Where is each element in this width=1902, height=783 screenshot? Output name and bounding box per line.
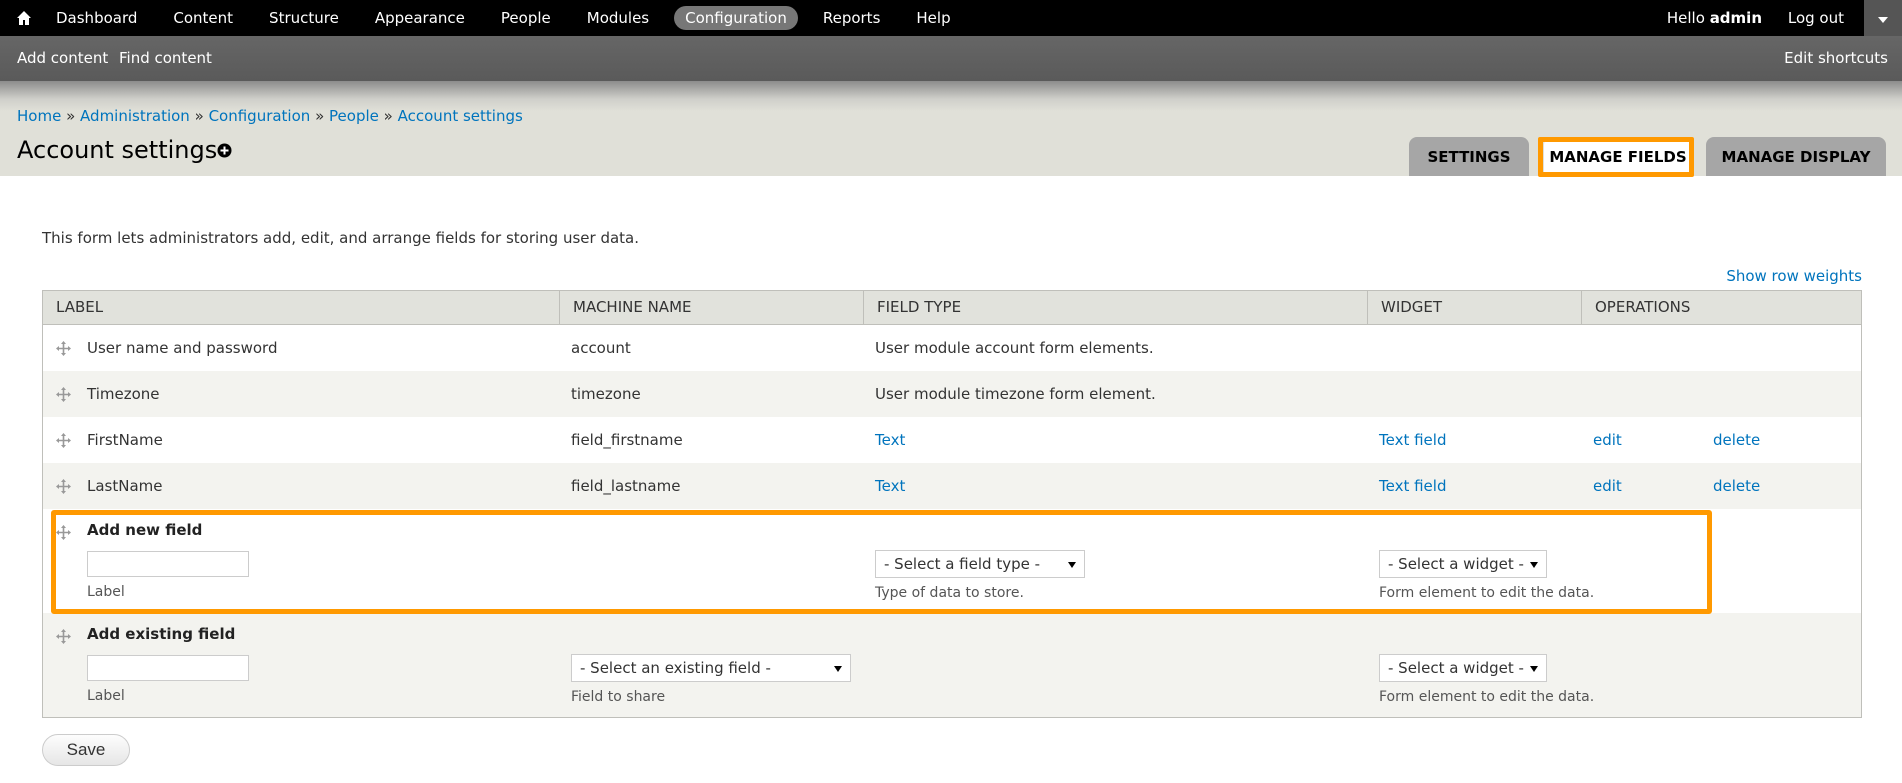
breadcrumb-separator: » [383,107,393,125]
table-row: Timezone timezone User module timezone f… [43,371,1861,417]
row-label: Timezone [87,385,160,403]
row-label: User name and password [87,339,278,357]
show-row-weights-link[interactable]: Show row weights [1726,267,1862,285]
existing-field-select-value: - Select an existing field - [580,659,771,677]
shortcut-add-content[interactable]: Add content [17,49,108,67]
fields-table: LABEL MACHINE NAME FIELD TYPE WIDGET OPE… [42,290,1862,718]
shortcuts-bar: Add content Find content Edit shortcuts [0,36,1902,81]
save-button[interactable]: Save [42,734,130,766]
column-header-field-type: FIELD TYPE [863,291,1367,324]
existing-field-hint: Field to share [571,689,666,705]
breadcrumb-administration[interactable]: Administration [80,107,190,125]
highlight-box [51,510,1712,614]
toolbar-item-people[interactable]: People [490,6,562,30]
add-existing-field-title: Add existing field [87,625,236,643]
breadcrumb-people[interactable]: People [329,107,379,125]
toolbar-item-reports[interactable]: Reports [812,6,892,30]
username-link[interactable]: admin [1710,9,1762,27]
row-field-type-link[interactable]: Text [875,417,905,463]
row-field-type-link[interactable]: Text [875,463,905,509]
shortcut-find-content[interactable]: Find content [119,49,212,67]
highlight-box [1538,137,1694,177]
home-icon[interactable] [14,8,34,28]
edit-link[interactable]: edit [1593,417,1622,463]
breadcrumb-home[interactable]: Home [17,107,61,125]
table-header: LABEL MACHINE NAME FIELD TYPE WIDGET OPE… [43,291,1861,325]
toolbar-item-content[interactable]: Content [162,6,244,30]
logout-link[interactable]: Log out [1788,9,1844,27]
existing-field-label-hint: Label [87,688,125,704]
breadcrumb-configuration[interactable]: Configuration [209,107,311,125]
drag-handle-icon[interactable] [56,341,71,356]
toolbar-item-configuration[interactable]: Configuration [674,6,798,30]
edit-shortcuts-link[interactable]: Edit shortcuts [1784,49,1888,67]
toolbar-item-appearance[interactable]: Appearance [364,6,476,30]
table-row: LastName field_lastname Text Text field … [43,463,1861,509]
column-header-operations: OPERATIONS [1581,291,1861,324]
tab-manage-display[interactable]: MANAGE DISPLAY [1706,137,1886,176]
edit-link[interactable]: edit [1593,463,1622,509]
delete-link[interactable]: delete [1713,463,1760,509]
toolbar-menu: Dashboard Content Structure Appearance P… [46,0,976,36]
existing-field-label-input[interactable] [87,655,249,681]
column-header-machine-name: MACHINE NAME [559,291,863,324]
add-existing-field-row: Add existing field Label - Select an exi… [43,613,1861,717]
page-description: This form lets administrators add, edit,… [42,229,640,247]
row-machine-name: field_firstname [571,431,683,449]
breadcrumb-separator: » [194,107,204,125]
admin-toolbar: Dashboard Content Structure Appearance P… [0,0,1902,36]
existing-field-widget-hint: Form element to edit the data. [1379,689,1595,705]
row-machine-name: field_lastname [571,477,681,495]
row-field-type: User module timezone form element. [875,385,1156,403]
toolbar-item-structure[interactable]: Structure [258,6,350,30]
existing-field-select[interactable]: - Select an existing field - [571,654,851,682]
column-header-widget: WIDGET [1367,291,1581,324]
drag-handle-icon[interactable] [56,433,71,448]
drag-handle-icon[interactable] [56,479,71,494]
delete-link[interactable]: delete [1713,417,1760,463]
drag-handle-icon[interactable] [56,629,71,644]
greeting-prefix: Hello [1666,9,1705,27]
row-machine-name: timezone [571,385,641,403]
column-header-label: LABEL [56,298,104,316]
tab-settings[interactable]: SETTINGS [1409,137,1529,176]
toolbar-toggle-button[interactable] [1864,0,1902,36]
breadcrumb-account-settings[interactable]: Account settings [398,107,523,125]
drag-handle-icon[interactable] [56,387,71,402]
table-row: User name and password account User modu… [43,325,1861,371]
dropdown-arrow-icon [834,666,842,672]
row-widget-link[interactable]: Text field [1379,417,1446,463]
existing-field-widget-select-value: - Select a widget - [1388,659,1524,677]
row-label: LastName [87,477,163,495]
toolbar-item-help[interactable]: Help [905,6,961,30]
table-row: FirstName field_firstname Text Text fiel… [43,417,1861,463]
breadcrumb: Home » Administration » Configuration » … [17,107,523,125]
greeting: Hello admin [1667,9,1762,27]
toolbar-item-dashboard[interactable]: Dashboard [46,6,148,30]
toolbar-item-modules[interactable]: Modules [576,6,660,30]
existing-field-widget-select[interactable]: - Select a widget - [1379,654,1547,682]
breadcrumb-separator: » [315,107,325,125]
chevron-down-icon [1878,17,1888,23]
row-widget-link[interactable]: Text field [1379,463,1446,509]
row-label: FirstName [87,431,163,449]
breadcrumb-separator: » [66,107,76,125]
row-machine-name: account [571,339,631,357]
dropdown-arrow-icon [1530,666,1538,672]
row-field-type: User module account form elements. [875,339,1154,357]
